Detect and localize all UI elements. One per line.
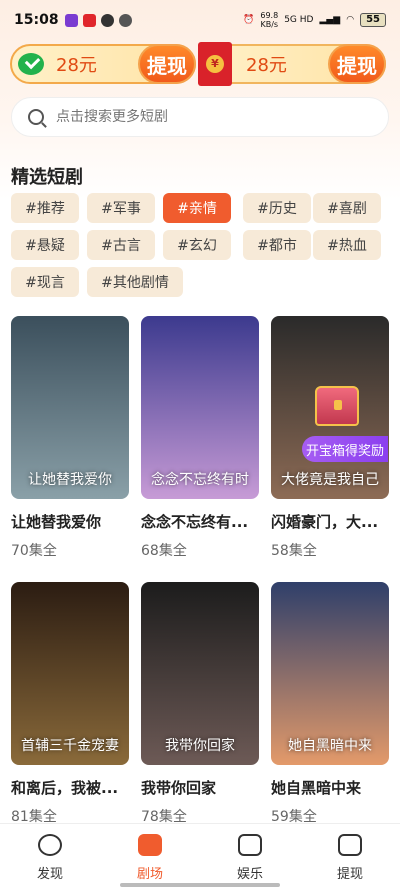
poster-title: 首辅三千金宠妻 [21,738,119,754]
drama-poster[interactable]: 她自黑暗中来 [271,582,389,765]
reward-amount: 28元 [246,55,287,76]
drama-title[interactable]: 和离后，我被... [11,777,129,798]
poster-title: 我带你回家 [165,738,235,754]
tag-modern-romance[interactable]: #现言 [11,267,79,297]
drama-card[interactable]: 念念不忘终有时 念念不忘终有... 68集全 [141,316,259,560]
wifi-icon: ◠ [346,15,355,25]
search-bar[interactable] [11,97,389,137]
drama-episodes: 58集全 [271,543,317,559]
app-notification-icon [118,13,132,27]
tag-other[interactable]: #其他剧情 [87,267,183,297]
drama-card[interactable]: 她自黑暗中来 她自黑暗中来 59集全 [271,582,389,826]
treasure-chest-icon[interactable] [315,386,359,426]
bottom-nav: 发现 剧场 娱乐 提现 [0,823,400,889]
nav-label: 剧场 [136,867,163,882]
drama-title[interactable]: 让她替我爱你 [11,511,129,532]
withdraw-button[interactable]: 提现 [328,44,386,84]
chest-reward-badge[interactable]: 开宝箱得奖励 [302,436,388,462]
poster-title: 念念不忘终有时 [151,472,249,488]
nav-label: 娱乐 [236,867,263,882]
nav-withdraw[interactable]: 提现 [300,824,400,889]
drama-card[interactable]: 我带你回家 我带你回家 78集全 [141,582,259,826]
drama-card[interactable]: 首辅三千金宠妻 和离后，我被... 81集全 [11,582,129,826]
tag-military[interactable]: #军事 [87,193,155,223]
tag-fantasy[interactable]: #玄幻 [163,230,231,260]
nav-label: 发现 [36,867,63,882]
wechat-reward-banner[interactable]: 28元 提现 [10,44,196,84]
drama-poster[interactable]: 念念不忘终有时 [141,316,259,499]
tag-action[interactable]: #热血 [313,230,381,260]
tag-urban[interactable]: #都市 [243,230,311,260]
drama-title[interactable]: 我带你回家 [141,777,259,798]
drama-episodes: 70集全 [11,543,57,559]
status-time: 15:08 [14,12,59,28]
red-packet-icon: ¥ [198,42,232,86]
tag-comedy[interactable]: #喜剧 [313,193,381,223]
network-speed: 69.8 KB/s [260,11,279,29]
drama-poster[interactable]: 我带你回家 [141,582,259,765]
tag-suspense[interactable]: #悬疑 [11,230,79,260]
tag-family[interactable]: #亲情 [163,193,231,223]
network-type: 5G HD [284,15,314,25]
message-icon [100,13,114,27]
entertainment-icon [238,834,262,856]
nav-discover[interactable]: 发现 [0,824,100,889]
drama-poster[interactable]: 首辅三千金宠妻 [11,582,129,765]
poster-title: 她自黑暗中来 [288,738,372,754]
app-notification-icon [82,13,96,27]
tag-recommend[interactable]: #推荐 [11,193,79,223]
withdraw-button[interactable]: 提现 [138,44,196,84]
signal-icon: ▂▄▆ [319,15,341,25]
drama-poster[interactable]: 让她替我爱你 [11,316,129,499]
tag-history[interactable]: #历史 [243,193,311,223]
reward-amount: 28元 [56,55,97,76]
poster-title: 让她替我爱你 [28,472,112,488]
discover-icon [38,834,62,856]
tag-ancient-romance[interactable]: #古言 [87,230,155,260]
redpacket-reward-banner[interactable]: ¥ 28元 提现 [198,42,386,86]
drama-title[interactable]: 念念不忘终有... [141,511,259,532]
alarm-icon: ⏰ [243,15,255,25]
search-icon [28,109,44,125]
withdraw-icon [338,834,362,856]
nav-label: 提现 [336,867,363,882]
nav-theater[interactable]: 剧场 [100,824,200,889]
nav-entertainment[interactable]: 娱乐 [200,824,300,889]
status-bar: 15:08 ⏰ 69.8 KB/s 5G HD ▂▄▆ ◠ 55 [0,0,400,40]
app-notification-icon [64,13,78,27]
drama-episodes: 68集全 [141,543,187,559]
theater-icon [138,834,162,856]
wechat-icon [16,49,46,79]
drama-card[interactable]: 让她替我爱你 让她替我爱你 70集全 [11,316,129,560]
section-title: 精选短剧 [11,167,83,188]
home-indicator [120,883,280,887]
battery-icon: 55 [360,13,386,27]
poster-title: 大佬竟是我自己 [281,472,379,488]
drama-title[interactable]: 闪婚豪门，大... [271,511,389,532]
drama-title[interactable]: 她自黑暗中来 [271,777,389,798]
search-input[interactable] [56,109,356,125]
